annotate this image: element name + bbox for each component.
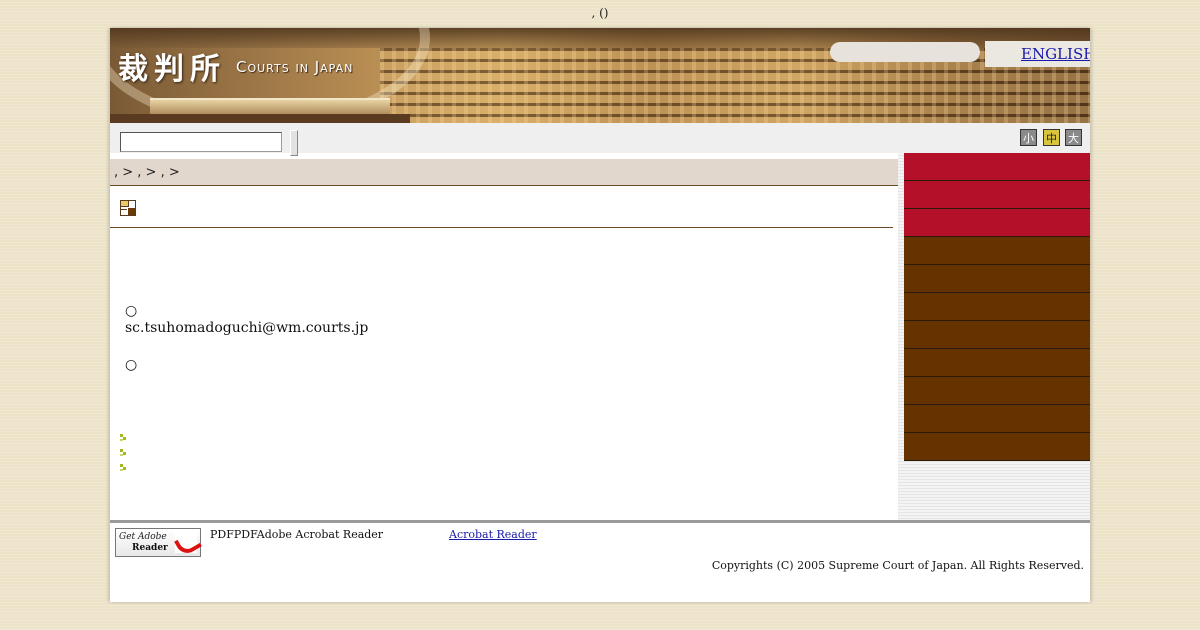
bullet-icon[interactable]	[120, 434, 127, 441]
sidebar-item[interactable]	[904, 265, 1090, 293]
sidebar-item[interactable]	[904, 349, 1090, 377]
toolbar	[110, 123, 1090, 156]
copyright: Copyrights (C) 2005 Supreme Court of Jap…	[711, 559, 1084, 572]
sidebar-item[interactable]	[904, 293, 1090, 321]
toolbar-search-button[interactable]	[290, 130, 298, 156]
sidebar-item[interactable]	[904, 181, 1090, 209]
english-link[interactable]: ENGLISH	[1021, 45, 1090, 63]
sidebar-item[interactable]	[904, 405, 1090, 433]
font-size-medium-button[interactable]: 中	[1043, 129, 1060, 146]
adobe-badge-line2: Reader	[132, 543, 168, 553]
font-size-large-button[interactable]: 大	[1065, 129, 1082, 146]
sidebar-item[interactable]	[904, 321, 1090, 349]
site-search-input[interactable]	[830, 42, 980, 62]
footer-divider	[110, 520, 1090, 523]
adobe-logo-icon	[175, 531, 197, 553]
acrobat-reader-link[interactable]: Acrobat Reader	[449, 528, 537, 541]
bench-base	[110, 114, 410, 123]
sidebar-item[interactable]	[904, 377, 1090, 405]
document-icon	[120, 200, 136, 216]
logo-english[interactable]: Courts in Japan	[236, 58, 353, 76]
breadcrumb[interactable]: , > , > , >	[110, 159, 898, 186]
sidebar-item[interactable]	[904, 237, 1090, 265]
bullet-icon[interactable]	[120, 449, 127, 456]
content-marker-1: ○	[125, 303, 138, 319]
adobe-badge-line1: Get Adobe	[119, 532, 167, 542]
sidebar-item[interactable]	[904, 433, 1090, 461]
font-size-small-button[interactable]: 小	[1020, 129, 1037, 146]
title-divider	[110, 227, 893, 228]
top-note: , ()	[591, 6, 609, 20]
sidebar-item[interactable]	[904, 153, 1090, 181]
sidebar-item[interactable]	[904, 209, 1090, 237]
courtroom-seat-pattern	[380, 48, 1090, 123]
page-container: 裁判所 Courts in Japan ENGLISH 小 中 大 , > , …	[110, 28, 1090, 602]
pdf-notice: PDFPDFAdobe Acrobat Reader	[210, 528, 384, 541]
header-banner: 裁判所 Courts in Japan ENGLISH	[110, 28, 1090, 123]
content-marker-2: ○	[125, 357, 138, 373]
bullet-icon[interactable]	[120, 464, 127, 471]
toolbar-search-input[interactable]	[120, 132, 282, 152]
logo-kanji[interactable]: 裁判所	[118, 44, 226, 88]
contact-email[interactable]: sc.tsuhomadoguchi@wm.courts.jp	[125, 320, 368, 336]
sidebar	[898, 153, 1090, 520]
get-adobe-reader-badge[interactable]: Get Adobe Reader	[115, 528, 201, 557]
